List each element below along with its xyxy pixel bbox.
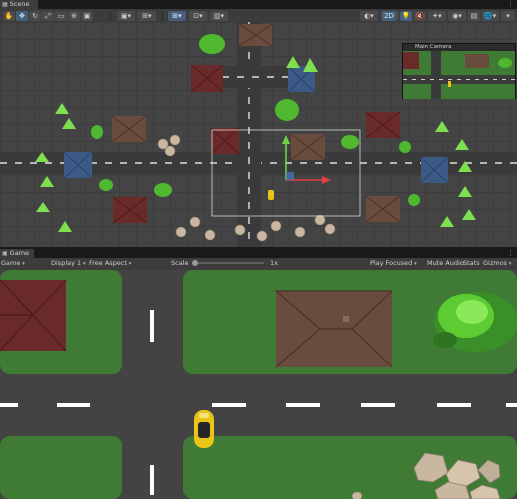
transform-tool-icon[interactable]: ⊕ — [68, 11, 80, 21]
effects-dropdown[interactable]: ✦▾ — [428, 11, 446, 21]
snap-increment-dropdown[interactable]: ⊡▾ — [189, 11, 207, 21]
rotate-tool-icon[interactable]: ↻ — [29, 11, 41, 21]
more-menu-icon[interactable]: ⋮ — [507, 0, 514, 9]
game-map — [0, 270, 517, 499]
car[interactable] — [194, 410, 214, 448]
play-mode-select[interactable]: Play Focused — [370, 258, 417, 268]
house-blue — [63, 151, 93, 179]
scale-slider[interactable] — [192, 260, 264, 266]
toolbar-separator — [162, 12, 163, 20]
grid-icon: ▦ — [2, 1, 8, 8]
mute-audio-button[interactable]: Mute Audio — [427, 258, 464, 268]
car-object[interactable] — [268, 190, 274, 200]
aspect-select[interactable]: Free Aspect — [89, 258, 131, 268]
tab-scene-label: Scene — [9, 0, 30, 8]
house-brown — [238, 23, 273, 47]
tab-scene[interactable]: ▦ Scene — [0, 0, 38, 9]
rect-tool-icon[interactable]: ▭ — [55, 11, 67, 21]
house-red — [0, 279, 67, 352]
tab-game-label: Game — [9, 249, 30, 257]
scene-viewport[interactable]: Main Camera — [0, 22, 517, 247]
draw-mode-dropdown[interactable]: ◐▾ — [360, 11, 378, 21]
lane-marking — [0, 403, 517, 407]
display-select[interactable]: Display 1 — [51, 258, 86, 268]
gizmo-plane-handle[interactable] — [286, 172, 294, 180]
house-brown — [365, 195, 401, 223]
move-tool-icon[interactable]: ✥ — [16, 11, 28, 21]
hand-tool-icon[interactable]: ✋ — [3, 11, 15, 21]
tab-game[interactable]: ▣ Game — [0, 249, 34, 258]
scene-options-dropdown[interactable]: ▾ — [501, 11, 515, 21]
small-rock — [351, 491, 363, 499]
scale-tool-icon[interactable]: ⤢ — [42, 11, 54, 21]
audio-toggle-icon[interactable]: 🔇 — [414, 11, 426, 21]
camera-preview: Main Camera — [402, 43, 516, 99]
gizmo-y-arrow[interactable] — [282, 135, 290, 144]
lighting-toggle-icon[interactable]: 💡 — [400, 11, 412, 21]
scene-toolbar: ✋ ✥ ↻ ⤢ ▭ ⊕ ▣ ▣▾ ⊞▾ ⊞▾ ⊡▾ ▥▾ ◐▾ ◆▾ 2D 💡 … — [0, 9, 517, 22]
gizmos-select[interactable]: Gizmos — [483, 258, 511, 268]
lane-marking — [150, 310, 154, 495]
house-red — [190, 64, 224, 93]
gizmo-x-arrow[interactable] — [322, 176, 331, 184]
scale-slider-thumb[interactable] — [192, 260, 198, 266]
scene-camera-icon[interactable]: ▤ — [468, 11, 480, 21]
house-red — [210, 127, 240, 155]
hidden-objects-dropdown[interactable]: ◉▾ — [448, 11, 466, 21]
grass-block — [0, 436, 122, 499]
house-brown — [111, 115, 147, 143]
house-red — [112, 196, 148, 224]
game-tab-bar: ▣ Game ⋮ — [0, 249, 517, 258]
scene-tab-bar: ▦ Scene ⋮ — [0, 0, 517, 9]
house-brown — [290, 133, 326, 161]
gamepad-icon: ▣ — [2, 250, 8, 257]
more-menu-icon[interactable]: ⋮ — [507, 249, 514, 258]
game-view-select[interactable]: Game — [1, 258, 25, 268]
pivot-mode-dropdown[interactable]: ▣▾ — [117, 11, 135, 21]
grid-snap-dropdown[interactable]: ⊞▾ — [168, 11, 186, 21]
custom-tool-icon[interactable]: ▣ — [81, 11, 93, 21]
house-red — [365, 111, 401, 139]
scale-value: 1x — [270, 259, 278, 267]
pivot-rotation-dropdown[interactable]: ⊞▾ — [138, 11, 156, 21]
game-toolbar: Game Display 1 Free Aspect Scale 1x Play… — [0, 258, 517, 270]
mode-2d-button[interactable]: 2D — [382, 11, 396, 21]
house-blue — [420, 156, 449, 184]
camera-preview-title: Main Camera — [403, 44, 515, 51]
tree — [433, 292, 517, 352]
house-brown — [275, 290, 393, 368]
toolbar-separator — [110, 12, 111, 20]
grid-visibility-dropdown[interactable]: ▥▾ — [210, 11, 228, 21]
gizmos-dropdown[interactable]: 🌐▾ — [481, 11, 499, 21]
scale-label: Scale — [171, 259, 189, 267]
game-viewport[interactable] — [0, 270, 517, 499]
stats-button[interactable]: Stats — [463, 258, 480, 268]
camera-preview-image — [403, 51, 515, 99]
